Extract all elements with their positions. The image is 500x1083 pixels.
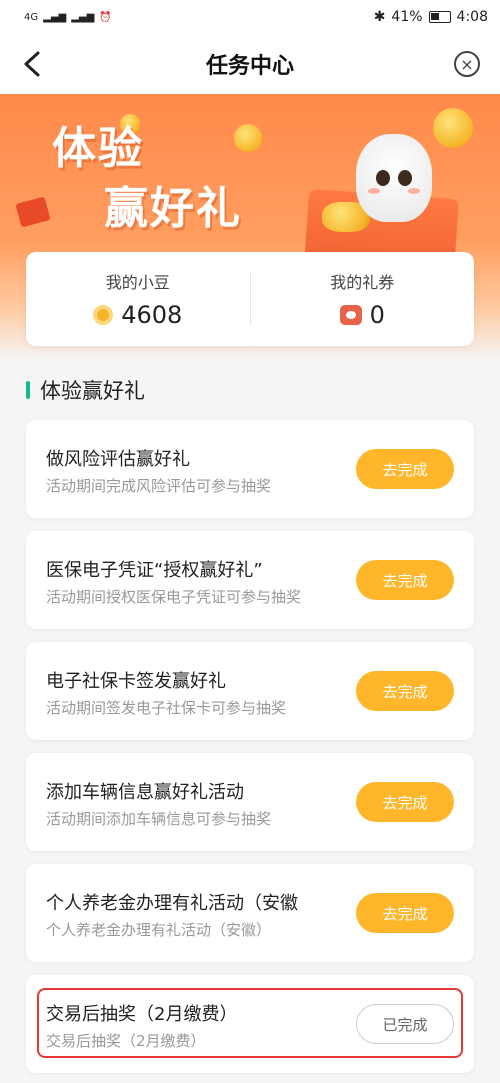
- banner-line1: 体验: [52, 123, 144, 174]
- alarm-icon: ⏰: [99, 11, 112, 23]
- task-title: 医保电子凭证“授权赢好礼”: [46, 560, 263, 581]
- task-desc: 活动期间完成风险评估可参与抽奖: [46, 477, 272, 495]
- coin-decoration: [433, 108, 473, 148]
- bean-icon: [93, 305, 114, 325]
- red-envelope-icon: [15, 196, 51, 228]
- task-title: 电子社保卡签发赢好礼: [46, 671, 226, 692]
- task-title: 做风险评估赢好礼: [46, 449, 190, 470]
- status-left: 4G ▂▄▆ ▂▄▆ ⏰: [24, 12, 112, 23]
- nav-bar: 任务中心 ×: [0, 34, 500, 94]
- coupons-label: 我的礼券: [330, 273, 395, 292]
- clock: 4:08: [456, 9, 488, 25]
- page-title: 任务中心: [205, 54, 294, 79]
- task-desc: 交易后抽奖（2月缴费）: [46, 1032, 206, 1050]
- task-title: 添加车辆信息赢好礼活动: [46, 782, 244, 803]
- task-card: 交易后抽奖（2月缴费） 交易后抽奖（2月缴费） 已完成: [26, 975, 474, 1073]
- my-beans[interactable]: 我的小豆 4608: [26, 269, 250, 329]
- task-title: 个人养老金办理有礼活动（安徽: [46, 893, 298, 914]
- task-card: 添加车辆信息赢好礼活动 活动期间添加车辆信息可参与抽奖 去完成: [26, 753, 474, 851]
- close-icon: ×: [460, 54, 474, 74]
- task-desc: 个人养老金办理有礼活动（安徽）: [46, 921, 272, 939]
- chevron-left-icon: [24, 51, 40, 77]
- task-desc: 活动期间签发电子社保卡可参与抽奖: [46, 699, 287, 717]
- back-button[interactable]: [14, 46, 50, 82]
- task-title: 交易后抽奖（2月缴费）: [46, 1004, 238, 1025]
- banner-title: 体验 赢好礼: [52, 119, 242, 239]
- status-bar: 4G ▂▄▆ ▂▄▆ ⏰ ✱ 41% 4:08: [0, 0, 500, 34]
- stats-card: 我的小豆 4608 我的礼券 0: [26, 252, 474, 346]
- section-title: 体验赢好礼: [40, 379, 145, 403]
- close-button[interactable]: ×: [454, 51, 480, 77]
- mascot-icon: [356, 134, 432, 222]
- beans-value: 4608: [121, 301, 183, 329]
- task-card: 做风险评估赢好礼 活动期间完成风险评估可参与抽奖 去完成: [26, 420, 474, 518]
- mascot-blush: [408, 188, 420, 194]
- beans-label: 我的小豆: [105, 273, 170, 292]
- task-card: 个人养老金办理有礼活动（安徽 个人养老金办理有礼活动（安徽） 去完成: [26, 864, 474, 962]
- completed-button[interactable]: 已完成: [356, 1004, 454, 1044]
- battery-icon: [428, 11, 451, 23]
- bluetooth-icon: ✱: [373, 9, 386, 25]
- status-right: ✱ 41% 4:08: [374, 9, 488, 25]
- go-complete-button[interactable]: 去完成: [356, 671, 454, 711]
- banner-line2: 赢好礼: [104, 183, 242, 234]
- mascot-blush: [368, 188, 380, 194]
- go-complete-button[interactable]: 去完成: [356, 449, 454, 489]
- task-card: 电子社保卡签发赢好礼 活动期间签发电子社保卡可参与抽奖 去完成: [26, 642, 474, 740]
- go-complete-button[interactable]: 去完成: [356, 782, 454, 822]
- signal-label: 4G: [24, 11, 39, 23]
- my-coupons[interactable]: 我的礼券 0: [251, 269, 475, 329]
- task-desc: 活动期间授权医保电子凭证可参与抽奖: [46, 588, 302, 606]
- battery-percent: 41%: [391, 9, 423, 25]
- coupons-value: 0: [369, 301, 385, 329]
- task-desc: 活动期间添加车辆信息可参与抽奖: [46, 810, 272, 828]
- go-complete-button[interactable]: 去完成: [356, 560, 454, 600]
- coupon-icon: [339, 305, 362, 325]
- section-header: 体验赢好礼: [26, 375, 145, 405]
- mascot-eye: [376, 170, 390, 186]
- signal-icon-2: ▂▄▆: [71, 11, 95, 23]
- go-complete-button[interactable]: 去完成: [356, 893, 454, 933]
- task-card: 医保电子凭证“授权赢好礼” 活动期间授权医保电子凭证可参与抽奖 去完成: [26, 531, 474, 629]
- section-accent-bar: [26, 381, 30, 399]
- signal-icon: ▂▄▆: [43, 11, 67, 23]
- mascot-eye: [398, 170, 412, 186]
